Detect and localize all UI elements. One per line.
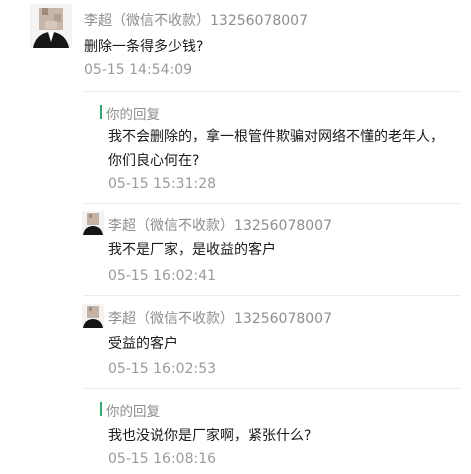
avatar[interactable]: [30, 4, 72, 48]
comment-text: 删除一条得多少钱?: [84, 39, 204, 55]
user-avatar-icon: [82, 211, 104, 235]
comment-author[interactable]: 李超（微信不收款）13256078007: [84, 10, 308, 30]
reply-author[interactable]: 李超（微信不收款）13256078007: [108, 308, 332, 328]
user-avatar-icon: [30, 4, 72, 48]
reply-text: 我也没说你是厂家啊，紧张什么?: [108, 428, 312, 444]
your-reply-label: 你的回复: [100, 103, 160, 123]
reply-item: 你的回复 我也没说你是厂家啊，紧张什么? 05-15 16:08:16: [84, 388, 460, 474]
reply-timestamp: 05-15 16:02:41: [108, 268, 217, 284]
reply-timestamp: 05-15 16:02:53: [108, 361, 217, 377]
reply-timestamp: 05-15 15:31:28: [108, 176, 217, 192]
avatar[interactable]: [82, 211, 104, 235]
comment-timestamp: 05-15 14:54:09: [84, 62, 193, 78]
reply-text: 我不是厂家，是收益的客户: [108, 242, 276, 258]
avatar[interactable]: [82, 304, 104, 328]
reply-text: 我不会删除的，拿一根管件欺骗对网络不懂的老年人，你们良心何在?: [108, 129, 444, 169]
your-reply-label: 你的回复: [100, 400, 160, 420]
reply-author[interactable]: 李超（微信不收款）13256078007: [108, 215, 332, 235]
reply-item: 你的回复 我不会删除的，拿一根管件欺骗对网络不懂的老年人，你们良心何在? 05-…: [84, 91, 460, 203]
reply-item: 李超（微信不收款）13256078007 我不是厂家，是收益的客户 05-15 …: [82, 203, 460, 295]
reply-item: 李超（微信不收款）13256078007 受益的客户 05-15 16:02:5…: [82, 295, 460, 388]
reply-text: 受益的客户: [108, 336, 178, 352]
user-avatar-icon: [82, 304, 104, 328]
reply-timestamp: 05-15 16:08:16: [108, 451, 217, 467]
